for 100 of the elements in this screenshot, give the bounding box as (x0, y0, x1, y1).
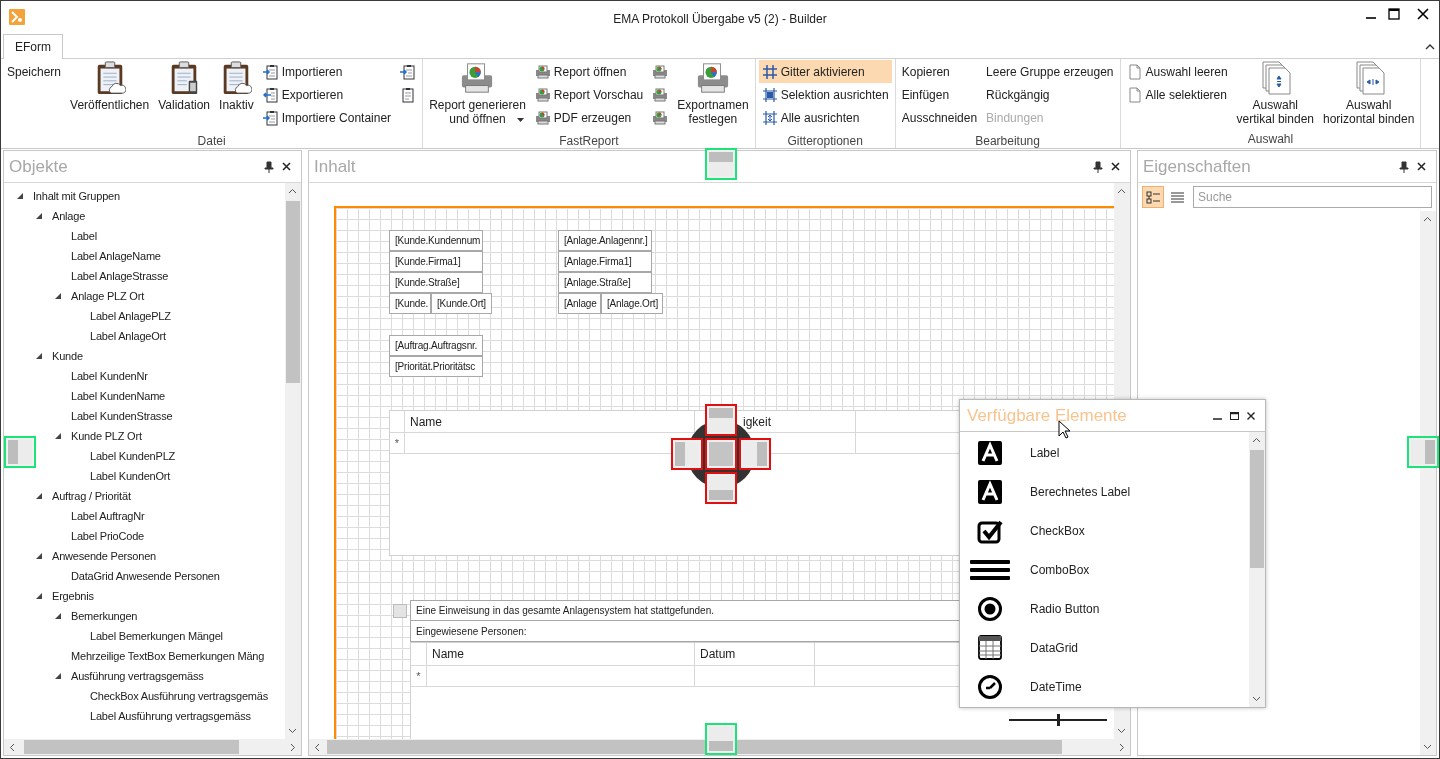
vertical-scrollbar[interactable] (1420, 211, 1436, 755)
tree-item[interactable]: Kunde PLZ Ort (68, 427, 145, 445)
ribbon-button[interactable]: Alle ausrichten (758, 106, 892, 129)
element-list-item[interactable]: Berechnetes Label (960, 472, 1249, 511)
dock-guide-icon[interactable] (705, 472, 737, 504)
ribbon-button[interactable]: Report öffnen (531, 60, 647, 83)
scrollbar-thumb[interactable] (327, 740, 1062, 754)
close-icon[interactable] (282, 162, 291, 171)
scroll-down-icon[interactable] (1252, 696, 1261, 702)
ribbon-button[interactable]: Report generieren und öffnen (426, 60, 529, 122)
slider-thumb[interactable] (1057, 714, 1060, 726)
dock-guide-icon[interactable] (739, 438, 771, 470)
tree-item[interactable]: Label AuftragNr (68, 507, 148, 525)
tree-item[interactable]: Ausführung vertragsgemäss (68, 667, 207, 685)
tree-item[interactable]: Label Ausführung vertragsgemäss (87, 707, 254, 725)
ribbon-button[interactable]: PDF erzeugen (531, 106, 647, 129)
maximize-icon[interactable] (1230, 411, 1239, 420)
tree-item[interactable]: Anwesende Personen (49, 547, 160, 565)
ribbon-button[interactable]: Report Vorschau (531, 83, 647, 106)
checkbox[interactable] (393, 604, 407, 618)
ribbon-button[interactable]: Importiere Container (259, 106, 395, 129)
tree-item[interactable]: Label PrioCode (68, 527, 148, 545)
expanded-icon[interactable] (55, 613, 62, 620)
tree-item[interactable]: Label KundenStrasse (68, 407, 176, 425)
ribbon-button[interactable]: Exportieren (259, 83, 395, 106)
zoom-slider[interactable] (1009, 714, 1107, 726)
ribbon-button[interactable]: Auswahl horizontal binden (1320, 60, 1418, 126)
element-list-item[interactable]: Label (960, 433, 1249, 472)
tree-item[interactable]: CheckBox Ausführung vertragsgemäs (87, 687, 272, 705)
dock-guide-icon[interactable] (705, 438, 737, 470)
expanded-icon[interactable] (36, 593, 43, 600)
ribbon-button[interactable]: Gitter aktivieren (758, 60, 892, 83)
expanded-icon[interactable] (55, 673, 62, 680)
tree-item[interactable]: Auftrag / Priorität (49, 487, 134, 505)
tree-item[interactable]: Ergebnis (49, 587, 97, 605)
close-icon[interactable] (1111, 162, 1120, 171)
tree-item[interactable]: Kunde (49, 347, 86, 365)
tree-item[interactable]: Label Bemerkungen Mängel (87, 627, 226, 645)
ribbon-button[interactable]: Alle selektieren (1123, 83, 1231, 106)
scroll-right-icon[interactable] (1119, 743, 1125, 752)
scroll-left-icon[interactable] (9, 743, 15, 752)
ribbon-button[interactable]: Importieren (259, 60, 395, 83)
pin-icon[interactable] (1093, 160, 1103, 173)
tree-item[interactable]: Label KundenName (68, 387, 169, 405)
expanded-icon[interactable] (17, 193, 24, 200)
horizontal-scrollbar[interactable] (309, 739, 1130, 755)
expanded-icon[interactable] (55, 433, 62, 440)
tree-item[interactable]: Inhalt mit Gruppen (30, 187, 123, 205)
tree-item[interactable]: Bemerkungen (68, 607, 141, 625)
tree-item[interactable]: Label KundenNr (68, 367, 151, 385)
ribbon-button[interactable]: Leere Gruppe erzeugen (983, 60, 1117, 83)
tree-item[interactable]: Anlage (49, 207, 89, 225)
ribbon-button[interactable]: Veröffentlichen (67, 60, 153, 112)
ribbon-button[interactable]: Rückgängig (983, 83, 1117, 106)
dock-guide-icon[interactable] (671, 438, 703, 470)
tree-item[interactable]: Label AnlageStrasse (68, 267, 172, 285)
expanded-icon[interactable] (55, 293, 62, 300)
tree-item[interactable]: Anlage PLZ Ort (68, 287, 147, 305)
dock-guide-icon[interactable] (705, 404, 737, 436)
ribbon-button[interactable]: Auswahl leeren (1123, 60, 1231, 83)
collapse-icon[interactable] (1425, 43, 1435, 51)
expanded-icon[interactable] (36, 353, 43, 360)
element-list-item[interactable]: DateTime (960, 667, 1249, 706)
scroll-down-icon[interactable] (288, 728, 297, 734)
ribbon-tab[interactable]: EForm (3, 34, 63, 59)
horizontal-scrollbar[interactable] (4, 739, 301, 755)
tree-item[interactable]: Label (68, 227, 100, 245)
tree-item[interactable]: Label KundenOrt (87, 467, 174, 485)
ribbon-button[interactable]: Ausschneiden (898, 106, 981, 129)
close-icon[interactable] (1417, 8, 1429, 20)
expanded-icon[interactable] (36, 213, 43, 220)
maximize-icon[interactable] (1388, 8, 1400, 20)
ribbon-button[interactable]: Einfügen (898, 83, 981, 106)
close-icon[interactable] (1247, 411, 1255, 420)
expanded-icon[interactable] (36, 493, 43, 500)
scroll-up-icon[interactable] (1252, 437, 1261, 443)
element-list-item[interactable]: Radio Button (960, 589, 1249, 628)
element-list-item[interactable]: DataGrid (960, 628, 1249, 667)
categorized-view-button[interactable] (1142, 186, 1164, 208)
scroll-up-icon[interactable] (288, 188, 297, 194)
element-list-item[interactable]: CheckBox (960, 511, 1249, 550)
pin-icon[interactable] (264, 160, 274, 173)
element-list-item[interactable]: ComboBox (960, 550, 1249, 589)
tree-item[interactable]: Mehrzeilige TextBox Bemerkungen Mäng (68, 647, 268, 665)
tree-item[interactable]: DataGrid Anwesende Personen (68, 567, 223, 585)
scroll-down-icon[interactable] (1117, 728, 1126, 734)
scroll-down-icon[interactable] (1423, 744, 1432, 750)
tree-item[interactable]: Label AnlageOrt (87, 327, 169, 345)
vertical-scrollbar[interactable] (285, 183, 301, 739)
pin-icon[interactable] (1399, 160, 1409, 173)
scroll-up-icon[interactable] (1117, 188, 1126, 194)
ribbon-button[interactable]: Selektion ausrichten (758, 83, 892, 106)
scrollbar-thumb[interactable] (286, 201, 300, 383)
tree-item[interactable]: Label AnlageName (68, 247, 164, 265)
search-field[interactable]: Suche (1193, 186, 1432, 208)
tree-item[interactable]: Label AnlagePLZ (87, 307, 174, 325)
ribbon-button[interactable]: Validation (155, 60, 214, 112)
ribbon-button[interactable]: Speichern (4, 60, 65, 83)
scroll-right-icon[interactable] (290, 743, 296, 752)
scroll-left-icon[interactable] (314, 743, 320, 752)
